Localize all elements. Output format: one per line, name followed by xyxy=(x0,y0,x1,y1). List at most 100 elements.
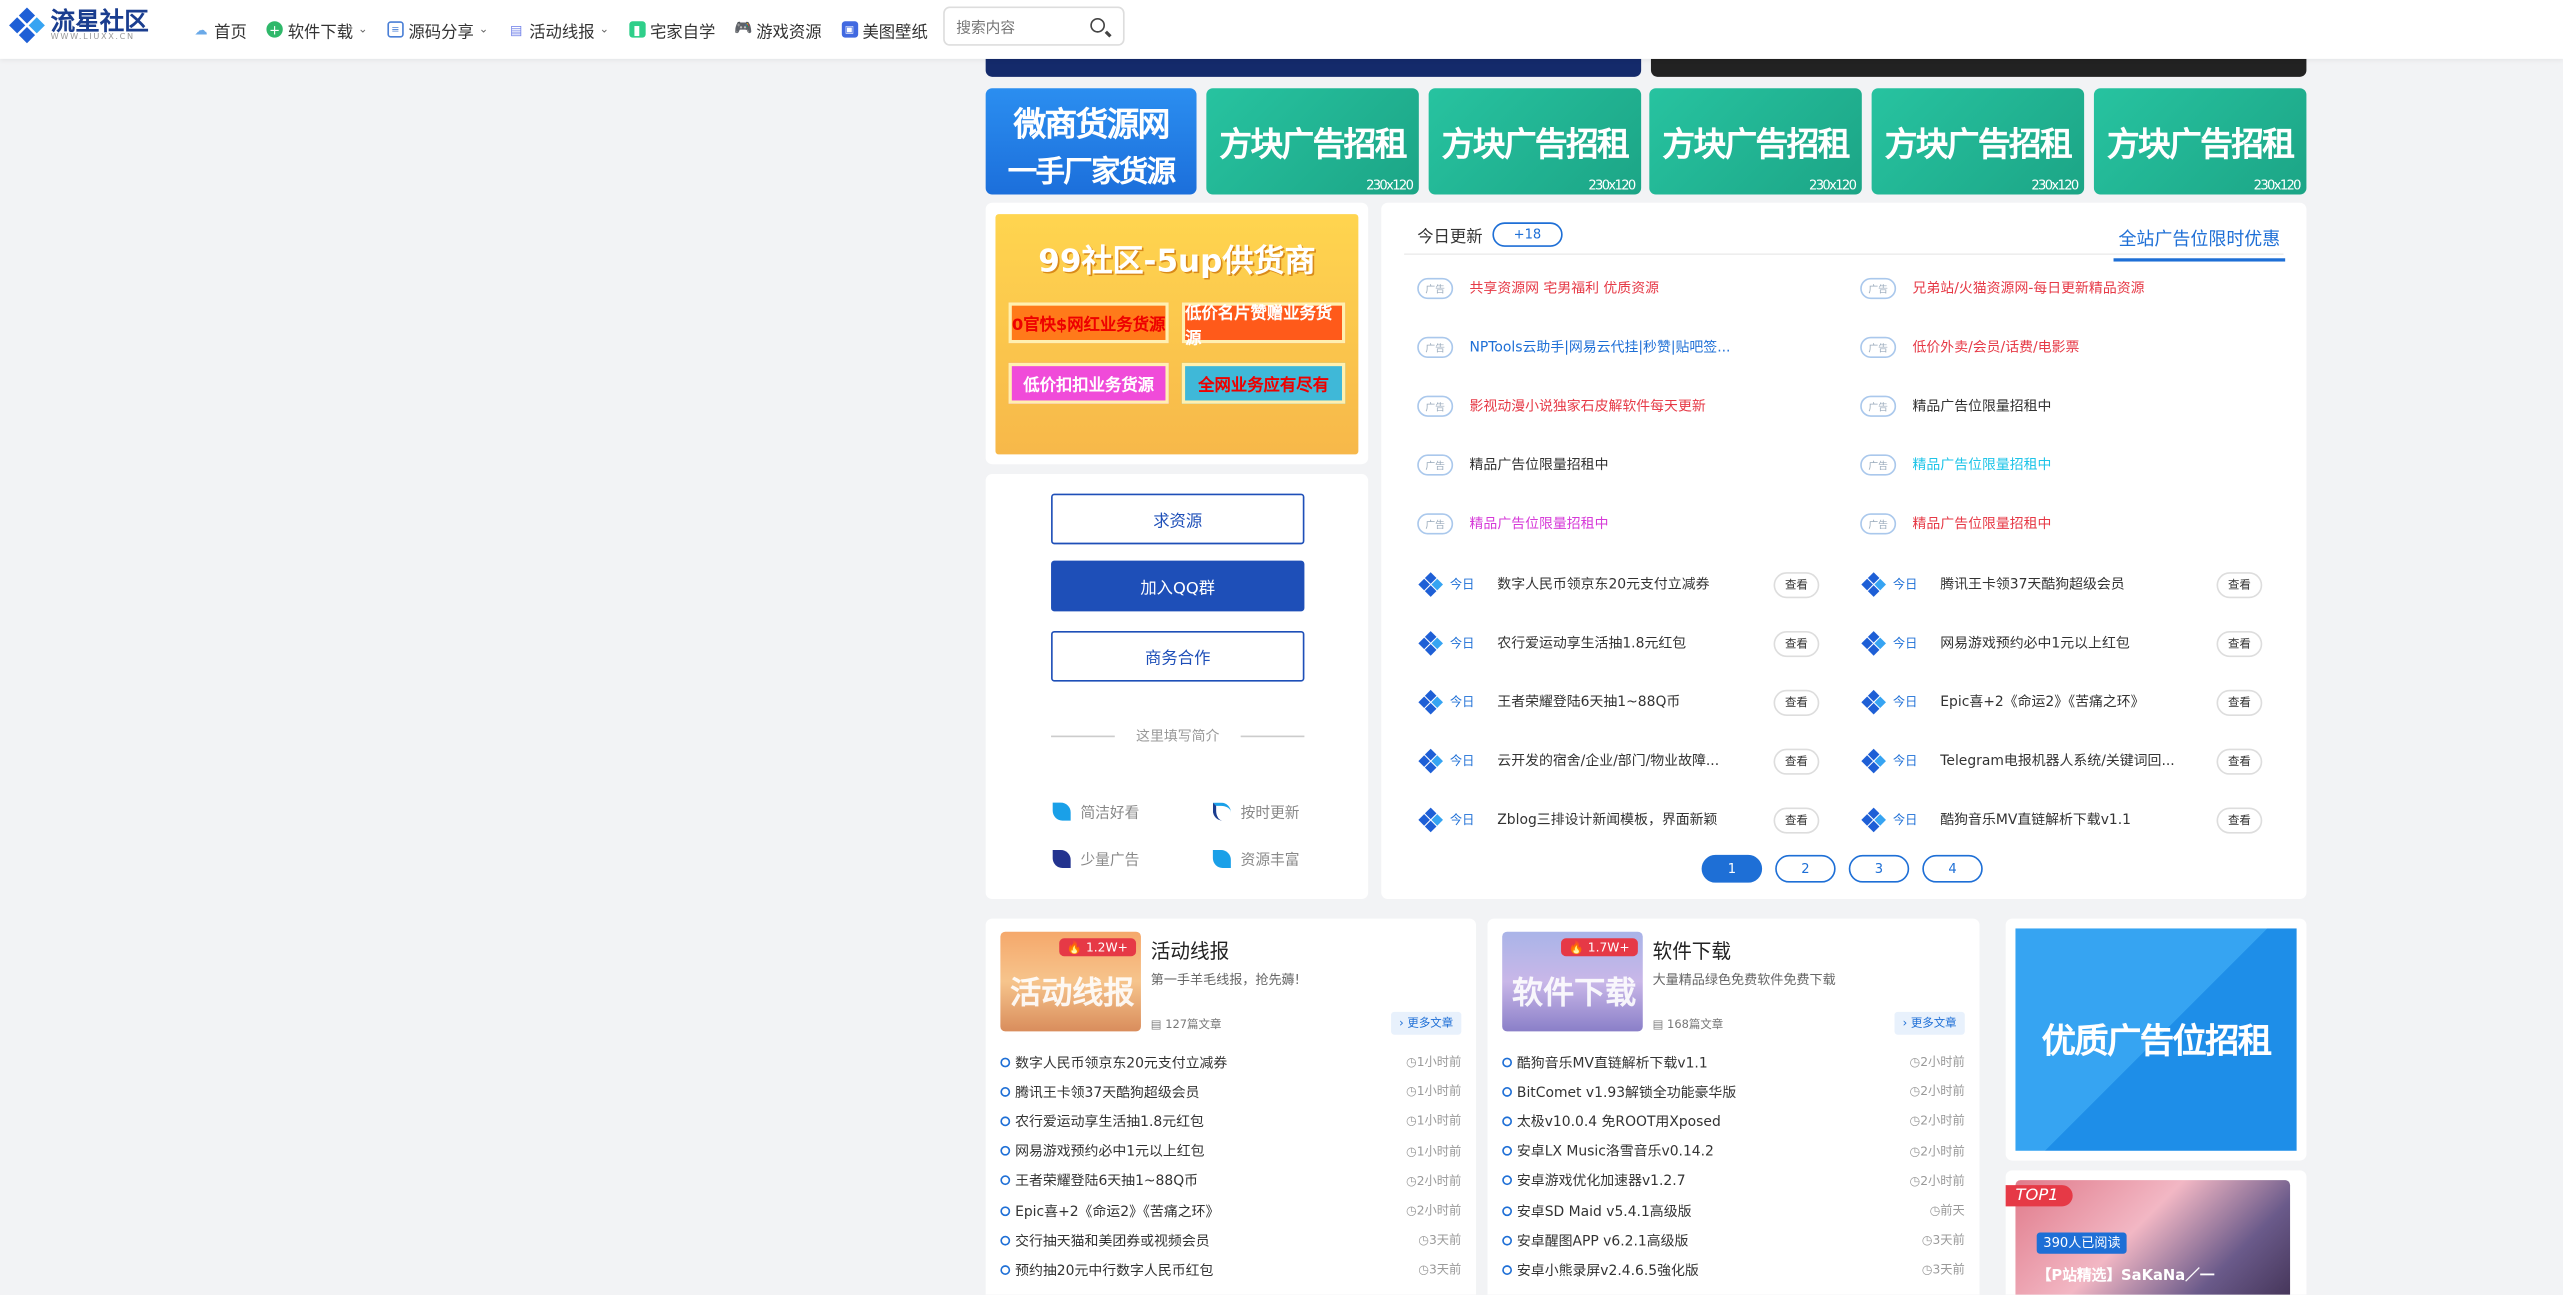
article-item[interactable]: 腾讯王卡领37天酷狗超级会员 ◷1小时前 xyxy=(1000,1081,1461,1102)
ad-link-row[interactable]: 广告 兄弟站/火猫资源网-每日更新精品资源 xyxy=(1860,276,2145,299)
article-item[interactable]: 安卓LX Music洛雪音乐v0.14.2 ◷2小时前 xyxy=(1502,1140,1965,1161)
view-button[interactable]: 查看 xyxy=(2216,748,2263,775)
business-cooperation-button[interactable]: 商务合作 xyxy=(1051,630,1305,682)
article-item[interactable]: Epic喜+2《命运2》《苦痛之环》 ◷2小时前 xyxy=(1000,1200,1461,1221)
news-row[interactable]: 今日 腾讯王卡领37天酷狗超级会员 xyxy=(1861,571,2125,595)
request-resource-button[interactable]: 求资源 xyxy=(1051,493,1305,545)
page-4-button[interactable]: 4 xyxy=(1922,854,1983,883)
top-banner-left[interactable] xyxy=(985,58,1642,77)
code-icon: ≡ xyxy=(387,21,404,38)
view-button[interactable]: 查看 xyxy=(2216,572,2263,599)
tab-site-ad-offer[interactable]: 全站广告位限时优惠 xyxy=(2113,226,2286,262)
view-button[interactable]: 查看 xyxy=(1773,630,1820,658)
site-logo-icon xyxy=(1861,630,1886,654)
nav-item-software[interactable]: + 软件下载 ⌄ xyxy=(266,17,368,42)
category-thumbnail[interactable]: 🔥 1.2W+ 活动线报 xyxy=(1000,931,1141,1032)
news-row[interactable]: 今日 酷狗音乐MV直链解析下载v1.1 xyxy=(1861,806,2131,831)
article-item[interactable]: 数字人民币领京东20元支付立减券 ◷1小时前 xyxy=(1000,1051,1461,1072)
category-title[interactable]: 软件下载 xyxy=(1653,937,1731,965)
article-item[interactable]: 安卓小熊录屏v2.4.6.5強化版 ◷3天前 xyxy=(1502,1259,1965,1280)
image-icon: ▣ xyxy=(841,21,858,38)
nav-item-study[interactable]: ▮ 宅家自学 xyxy=(628,17,715,42)
ad-square-3[interactable]: 方块广告招租 230x120 xyxy=(1649,88,1862,195)
page-1-button[interactable]: 1 xyxy=(1701,854,1763,883)
news-row[interactable]: 今日 网易游戏预约必中1元以上红包 xyxy=(1861,630,2130,654)
ad-square-4[interactable]: 方块广告招租 230x120 xyxy=(1871,88,2085,195)
category-desc: 第一手羊毛线报，抢先薅! xyxy=(1150,972,1300,988)
article-item[interactable]: 交行抽天猫和美团券或视频会员 ◷3天前 xyxy=(1000,1230,1461,1251)
join-qq-group-button[interactable]: 加入QQ群 xyxy=(1051,560,1305,612)
page-3-button[interactable]: 3 xyxy=(1848,854,1910,883)
ad-link-row[interactable]: 广告 影视动漫小说独家石皮解软件每天更新 xyxy=(1417,394,1706,417)
ad-link-row[interactable]: 广告 低价外卖/会员/话费/电影票 xyxy=(1860,335,2079,358)
nav-item-home[interactable]: ☁ 首页 xyxy=(193,17,247,42)
news-row[interactable]: 今日 王者荣耀登陆6天抽1~88Q币 xyxy=(1418,689,1680,713)
news-row[interactable]: 今日 Zblog三排设计新闻模板，界面新颖 xyxy=(1418,806,1717,831)
today-tag: 今日 xyxy=(1892,576,1918,591)
view-button[interactable]: 查看 xyxy=(1773,689,1820,716)
premium-ad[interactable]: 优质广告位招租 xyxy=(2015,928,2297,1151)
article-item[interactable]: 酷狗音乐MV直链解析下载v1.1 ◷2小时前 xyxy=(1502,1051,1965,1072)
more-articles-button[interactable]: › 更多文章 xyxy=(1894,1011,1965,1035)
site-logo[interactable]: 流星社区 WWW.LIUXX.CN xyxy=(9,7,149,44)
news-row[interactable]: 今日 Epic喜+2《命运2》《苦痛之环》 xyxy=(1861,689,2145,713)
view-button[interactable]: 查看 xyxy=(2216,630,2263,658)
top-banner-right[interactable] xyxy=(1650,58,2307,77)
article-title: 安卓SD Maid v5.4.1高级版 xyxy=(1502,1201,1692,1220)
article-time: ◷1小时前 xyxy=(1406,1084,1462,1099)
view-button[interactable]: 查看 xyxy=(1773,572,1820,599)
view-button[interactable]: 查看 xyxy=(2216,807,2263,834)
article-item[interactable]: 王者荣耀登陆6天抽1~88Q币 ◷2小时前 xyxy=(1000,1170,1461,1191)
ad-link-row[interactable]: 广告 共享资源网 宅男福利 优质资源 xyxy=(1417,276,1659,299)
category-title[interactable]: 活动线报 xyxy=(1151,937,1229,965)
ad-link-text: 低价外卖/会员/话费/电影票 xyxy=(1912,339,2080,357)
category-thumbnail[interactable]: 🔥 1.7W+ 软件下载 xyxy=(1502,931,1643,1032)
article-item[interactable]: 网易游戏预约必中1元以上红包 ◷1小时前 xyxy=(1000,1140,1461,1161)
nav-item-source[interactable]: ≡ 源码分享 ⌄ xyxy=(387,17,488,42)
article-title: 太极v10.0.4 免ROOT用Xposed xyxy=(1502,1111,1721,1131)
ad-link-row[interactable]: 广告 精品广告位限量招租中 xyxy=(1860,512,2051,535)
article-item[interactable]: 预约抽20元中行数字人民币红包 ◷3天前 xyxy=(1000,1259,1461,1280)
supplier-ad[interactable]: 99社区-5up供货商 0官快$网红业务货源 低价名片赞赠业务货源 低价扣扣业务… xyxy=(995,214,1359,455)
nav-item-games[interactable]: 🎮 游戏资源 xyxy=(734,17,822,41)
ad-link-row[interactable]: 广告 精品广告位限量招租中 xyxy=(1860,453,2051,476)
search-input[interactable] xyxy=(956,11,1088,48)
news-row[interactable]: 今日 农行爱运动享生活抽1.8元红包 xyxy=(1418,630,1686,654)
nav-item-activity[interactable]: ▤ 活动线报 ⌄ xyxy=(508,17,609,42)
intro-divider: 这里填写简介 xyxy=(1051,726,1305,745)
nav-item-wallpaper[interactable]: ▣ 美图壁纸 xyxy=(841,17,928,42)
article-item[interactable]: 太极v10.0.4 免ROOT用Xposed ◷2小时前 xyxy=(1502,1111,1965,1132)
news-row[interactable]: 今日 数字人民币领京东20元支付立减券 xyxy=(1418,571,1710,595)
ad-tag: 广告 xyxy=(1860,394,1897,417)
news-row[interactable]: 今日 云开发的宿舍/企业/部门/物业故障... xyxy=(1418,747,1719,772)
ad-square-5[interactable]: 方块广告招租 230x120 xyxy=(2093,88,2307,195)
today-update-tab[interactable]: 今日更新 +18 xyxy=(1417,222,1563,247)
article-item[interactable]: 安卓醒图APP v6.2.1高级版 ◷3天前 xyxy=(1502,1230,1965,1251)
ad-link-row[interactable]: 广告 精品广告位限量招租中 xyxy=(1860,394,2051,417)
ad-link-text: 精品广告位限量招租中 xyxy=(1912,398,2052,416)
ad-tag: 广告 xyxy=(1417,394,1454,417)
ad-link-text: 兄弟站/火猫资源网-每日更新精品资源 xyxy=(1912,281,2145,298)
ad-link-row[interactable]: 广告 精品广告位限量招租中 xyxy=(1417,512,1608,535)
today-tag: 今日 xyxy=(1892,693,1918,709)
search-icon[interactable] xyxy=(1090,17,1105,33)
page-2-button[interactable]: 2 xyxy=(1775,854,1836,883)
more-articles-button[interactable]: › 更多文章 xyxy=(1390,1011,1462,1035)
article-item[interactable]: 安卓游戏优化加速器v1.2.7 ◷2小时前 xyxy=(1502,1170,1965,1191)
ad-link-text: 精品广告位限量招租中 xyxy=(1469,457,1609,475)
view-button[interactable]: 查看 xyxy=(1773,748,1820,775)
article-item[interactable]: 农行爱运动享生活抽1.8元红包 ◷1小时前 xyxy=(1000,1111,1461,1132)
view-button[interactable]: 查看 xyxy=(2216,689,2263,716)
ad-link-row[interactable]: 广告 NPTools云助手|网易云代挂|秒赞|贴吧签... xyxy=(1417,335,1730,358)
ad-square-1[interactable]: 方块广告招租 230x120 xyxy=(1206,88,1419,195)
news-row[interactable]: 今日 Telegram电报机器人系统/关键词回... xyxy=(1861,747,2175,772)
ad-square-2[interactable]: 方块广告招租 230x120 xyxy=(1428,88,1642,195)
view-button[interactable]: 查看 xyxy=(1773,807,1820,834)
ad-weishang[interactable]: 微商货源网 一手厂家货源 xyxy=(985,88,1197,195)
sidebar-action-card: 求资源 加入QQ群 商务合作 这里填写简介 简洁好看 按时更新 少量广告 资源丰… xyxy=(985,474,1369,900)
article-item[interactable]: BitComet v1.93解锁全功能豪华版 ◷2小时前 xyxy=(1502,1081,1965,1102)
article-item[interactable]: 安卓SD Maid v5.4.1高级版 ◷前天 xyxy=(1502,1200,1965,1221)
ad-link-row[interactable]: 广告 精品广告位限量招租中 xyxy=(1417,453,1608,476)
today-tag: 今日 xyxy=(1892,752,1918,768)
ad-link-text: 共享资源网 宅男福利 优质资源 xyxy=(1469,281,1659,298)
